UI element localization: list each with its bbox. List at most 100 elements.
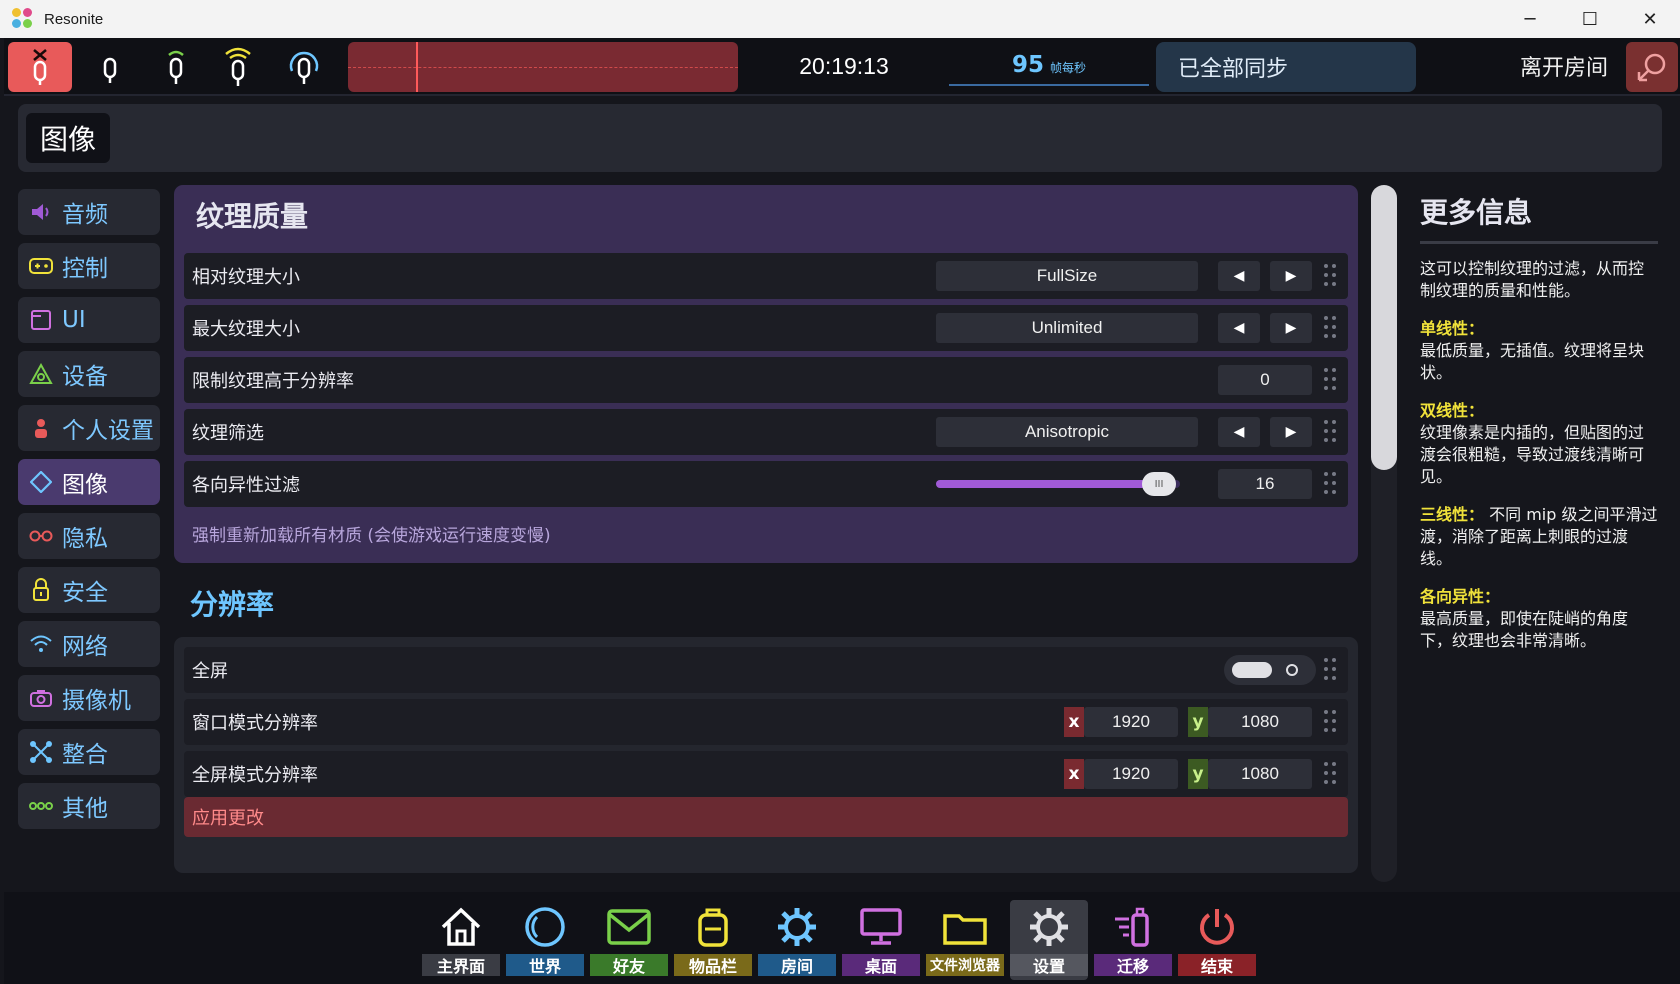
dock-contacts-button[interactable]: 好友: [590, 900, 668, 980]
dock-exit-button[interactable]: 结束: [1178, 900, 1256, 980]
fullscreen-height-field[interactable]: 1080: [1208, 759, 1312, 789]
window-titlebar: Resonite ─ ☐ ✕: [0, 0, 1680, 38]
folder-icon: [943, 914, 987, 945]
voice-whisper-button[interactable]: [84, 44, 136, 90]
mic-low-icon: [168, 50, 184, 84]
sidebar-item-label: 摄像机: [62, 688, 131, 714]
app-root: Resonite ─ ☐ ✕ 20:19:13 95 帧每秒 已全部同步 离开房…: [0, 0, 1680, 984]
sync-status-button[interactable]: 已全部同步: [1156, 42, 1416, 92]
sidebar-item-ui[interactable]: UI: [18, 297, 160, 343]
sidebar-item-other[interactable]: 其他: [18, 783, 160, 829]
drag-handle[interactable]: [1324, 264, 1338, 288]
scrollbar-thumb[interactable]: [1371, 185, 1397, 470]
backpack-icon: [698, 908, 728, 947]
dock-settings-button[interactable]: 设置: [1010, 900, 1088, 980]
voice-normal-button[interactable]: [150, 44, 202, 90]
anisotropic-value-field[interactable]: 16: [1218, 469, 1312, 499]
info-title: 更多信息: [1420, 196, 1533, 229]
dock-label: 好友: [590, 954, 668, 976]
section-title: 分辨率: [190, 588, 275, 621]
dash-dock: 主界面 世界 好友 物品栏 房间 桌面 文件浏览器 设置 迁移 结束: [4, 892, 1680, 984]
dock-session-button[interactable]: 房间: [758, 900, 836, 980]
dock-label: 桌面: [842, 954, 920, 976]
prev-value-button[interactable]: ◀: [1218, 313, 1260, 343]
mic-muted-icon: [33, 49, 47, 85]
dock-home-button[interactable]: 主界面: [422, 900, 500, 980]
settings-content: 纹理质量 相对纹理大小 FullSize ◀ ▶ 最大纹理大小 Unlimite…: [174, 185, 1358, 885]
sidebar-item-controls[interactable]: 控制: [18, 243, 160, 289]
close-button[interactable]: ✕: [1620, 0, 1680, 38]
section-title: 纹理质量: [196, 200, 309, 233]
camera-icon: [30, 690, 52, 707]
sidebar-item-camera[interactable]: 摄像机: [18, 675, 160, 721]
fullscreen-toggle[interactable]: [1224, 655, 1316, 685]
sidebar-item-integrations[interactable]: 整合: [18, 729, 160, 775]
fps-unit: 帧每秒: [1050, 61, 1087, 75]
dock-label: 物品栏: [674, 954, 752, 976]
anisotropic-slider[interactable]: III: [936, 472, 1180, 496]
limit-texture-resolution-field[interactable]: 0: [1218, 365, 1312, 395]
sidebar-item-network[interactable]: 网络: [18, 621, 160, 667]
reload-materials-button[interactable]: 强制重新加载所有材质 (会使游戏运行速度变慢): [192, 521, 551, 546]
info-item: 单线性： 最低质量，无插值。纹理将呈块状。: [1420, 318, 1658, 384]
voice-shout-button[interactable]: [212, 44, 264, 90]
anisotropic-filtering-row: 各向异性过滤 III 16: [184, 461, 1348, 507]
info-item-text: 最低质量，无插值。纹理将呈块状。: [1420, 341, 1645, 382]
integration-icon: [30, 741, 52, 763]
apply-changes-button[interactable]: 应用更改: [184, 797, 1348, 837]
sidebar-item-label: 设备: [62, 364, 108, 390]
drag-handle[interactable]: [1324, 316, 1338, 340]
drag-handle[interactable]: [1324, 472, 1338, 496]
limit-texture-resolution-row: 限制纹理高于分辨率 0: [184, 357, 1348, 403]
content-scrollbar[interactable]: [1371, 185, 1397, 882]
drag-handle[interactable]: [1324, 710, 1338, 734]
prev-value-button[interactable]: ◀: [1218, 261, 1260, 291]
dock-desktop-button[interactable]: 桌面: [842, 900, 920, 980]
sidebar-item-graphics[interactable]: 图像: [18, 459, 160, 505]
voice-broadcast-button[interactable]: [278, 44, 330, 90]
leave-session-icon-button[interactable]: [1626, 42, 1678, 92]
sidebar-item-privacy[interactable]: 隐私: [18, 513, 160, 559]
next-value-button[interactable]: ▶: [1270, 417, 1312, 447]
page-title: 图像: [26, 113, 111, 163]
leave-session-button[interactable]: 离开房间: [1504, 46, 1624, 86]
next-value-button[interactable]: ▶: [1270, 261, 1312, 291]
fullscreen-row: 全屏: [184, 647, 1348, 693]
drag-handle[interactable]: [1324, 762, 1338, 786]
sidebar-item-devices[interactable]: 设备: [18, 351, 160, 397]
sidebar-item-audio[interactable]: 音频: [18, 189, 160, 235]
dock-migrate-button[interactable]: 迁移: [1094, 900, 1172, 980]
info-item-text: 纹理像素是内插的，但贴图的过渡会很粗糙，导致过渡线清晰可见。: [1420, 423, 1645, 486]
sidebar-item-profile[interactable]: 个人设置: [18, 405, 160, 451]
slider-knob[interactable]: III: [1142, 472, 1176, 496]
wifi-icon: [30, 635, 52, 652]
x-axis-label: x: [1064, 759, 1084, 789]
dock-label: 结束: [1178, 954, 1256, 976]
fullscreen-width-field[interactable]: 1920: [1084, 759, 1178, 789]
dock-worlds-button[interactable]: 世界: [506, 900, 584, 980]
top-bar: 20:19:13 95 帧每秒 已全部同步 离开房间: [4, 38, 1680, 96]
dock-inventory-button[interactable]: 物品栏: [674, 900, 752, 980]
gamepad-icon: [29, 258, 53, 274]
drag-handle[interactable]: [1324, 658, 1338, 682]
y-axis-label: y: [1188, 707, 1208, 737]
sidebar-item-security[interactable]: 安全: [18, 567, 160, 613]
dock-label: 文件浏览器: [926, 954, 1004, 976]
sidebar-item-label: 其他: [62, 796, 108, 822]
info-item-name: 单线性：: [1420, 319, 1485, 338]
drag-handle[interactable]: [1324, 420, 1338, 444]
windowed-height-field[interactable]: 1080: [1208, 707, 1312, 737]
windowed-resolution-row: 窗口模式分辨率 x 1920 y 1080: [184, 699, 1348, 745]
minimize-button[interactable]: ─: [1500, 0, 1560, 38]
sidebar-item-label: 整合: [62, 742, 108, 768]
setting-label: 最大纹理大小: [192, 319, 300, 340]
drag-handle[interactable]: [1324, 368, 1338, 392]
next-value-button[interactable]: ▶: [1270, 313, 1312, 343]
maximize-button[interactable]: ☐: [1560, 0, 1620, 38]
mute-button[interactable]: [8, 42, 72, 92]
mail-icon: [607, 909, 651, 945]
dock-file-browser-button[interactable]: 文件浏览器: [926, 900, 1004, 980]
sidebar-item-label: 网络: [62, 634, 108, 660]
windowed-width-field[interactable]: 1920: [1084, 707, 1178, 737]
prev-value-button[interactable]: ◀: [1218, 417, 1260, 447]
